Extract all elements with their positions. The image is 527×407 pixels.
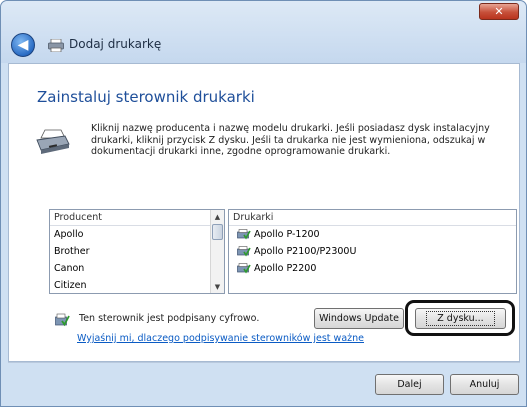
list-item[interactable]: Citizen [50, 277, 224, 294]
highlight-annotation [405, 300, 515, 336]
list-item[interactable]: Canon [50, 260, 224, 277]
list-item[interactable]: Apollo [50, 226, 224, 243]
printer-item-label: Apollo P2100/P2300U [254, 246, 357, 257]
add-printer-window: ✕ ◀ Dodaj drukarkę Zainstaluj sterownik … [0, 0, 527, 407]
title-bar: ✕ ◀ Dodaj drukarkę [1, 1, 526, 63]
manufacturer-list-header: Producent [50, 210, 224, 226]
next-button[interactable]: Dalej [375, 374, 444, 395]
printer-icon [48, 39, 64, 52]
back-button[interactable]: ◀ [11, 33, 35, 57]
driver-signing-help-link[interactable]: Wyjaśnij mi, dlaczego podpisywanie stero… [77, 333, 364, 344]
signed-driver-icon [55, 313, 70, 327]
window-title: Dodaj drukarkę [69, 37, 162, 51]
printer-item-label: Apollo P-1200 [254, 229, 320, 240]
list-item[interactable]: Apollo P2200 [229, 260, 516, 277]
manufacturer-list[interactable]: Producent Apollo Brother Canon Citizen ▲… [49, 209, 225, 294]
scroll-down-arrow-icon[interactable]: ▼ [211, 280, 224, 293]
printer-list-header: Drukarki [229, 210, 516, 226]
wizard-content: Zainstaluj sterownik drukarki Kliknij na… [8, 63, 520, 362]
printer-driver-icon [237, 263, 251, 274]
list-item[interactable]: Brother [50, 243, 224, 260]
scroll-thumb[interactable] [212, 224, 223, 240]
printer-driver-icon [237, 246, 251, 257]
back-arrow-icon: ◀ [17, 37, 29, 53]
printer-icon [36, 129, 70, 154]
manufacturer-scrollbar[interactable]: ▲ ▼ [210, 210, 224, 293]
close-button[interactable]: ✕ [479, 3, 519, 20]
scroll-up-arrow-icon[interactable]: ▲ [211, 210, 224, 223]
instructions-text: Kliknij nazwę producenta i nazwę modelu … [91, 123, 490, 157]
windows-update-button[interactable]: Windows Update [314, 308, 404, 329]
printer-driver-icon [237, 229, 251, 240]
list-item[interactable]: Apollo P2100/P2300U [229, 243, 516, 260]
page-heading: Zainstaluj sterownik drukarki [37, 88, 255, 106]
list-item[interactable]: Apollo P-1200 [229, 226, 516, 243]
footer-divider [8, 362, 520, 363]
printer-model-list[interactable]: Drukarki Apollo P-1200 Apollo P2100/P230… [228, 209, 517, 294]
driver-signed-status: Ten sterownik jest podpisany cyfrowo. [79, 313, 260, 324]
cancel-button[interactable]: Anuluj [450, 374, 519, 395]
printer-item-label: Apollo P2200 [254, 263, 317, 274]
